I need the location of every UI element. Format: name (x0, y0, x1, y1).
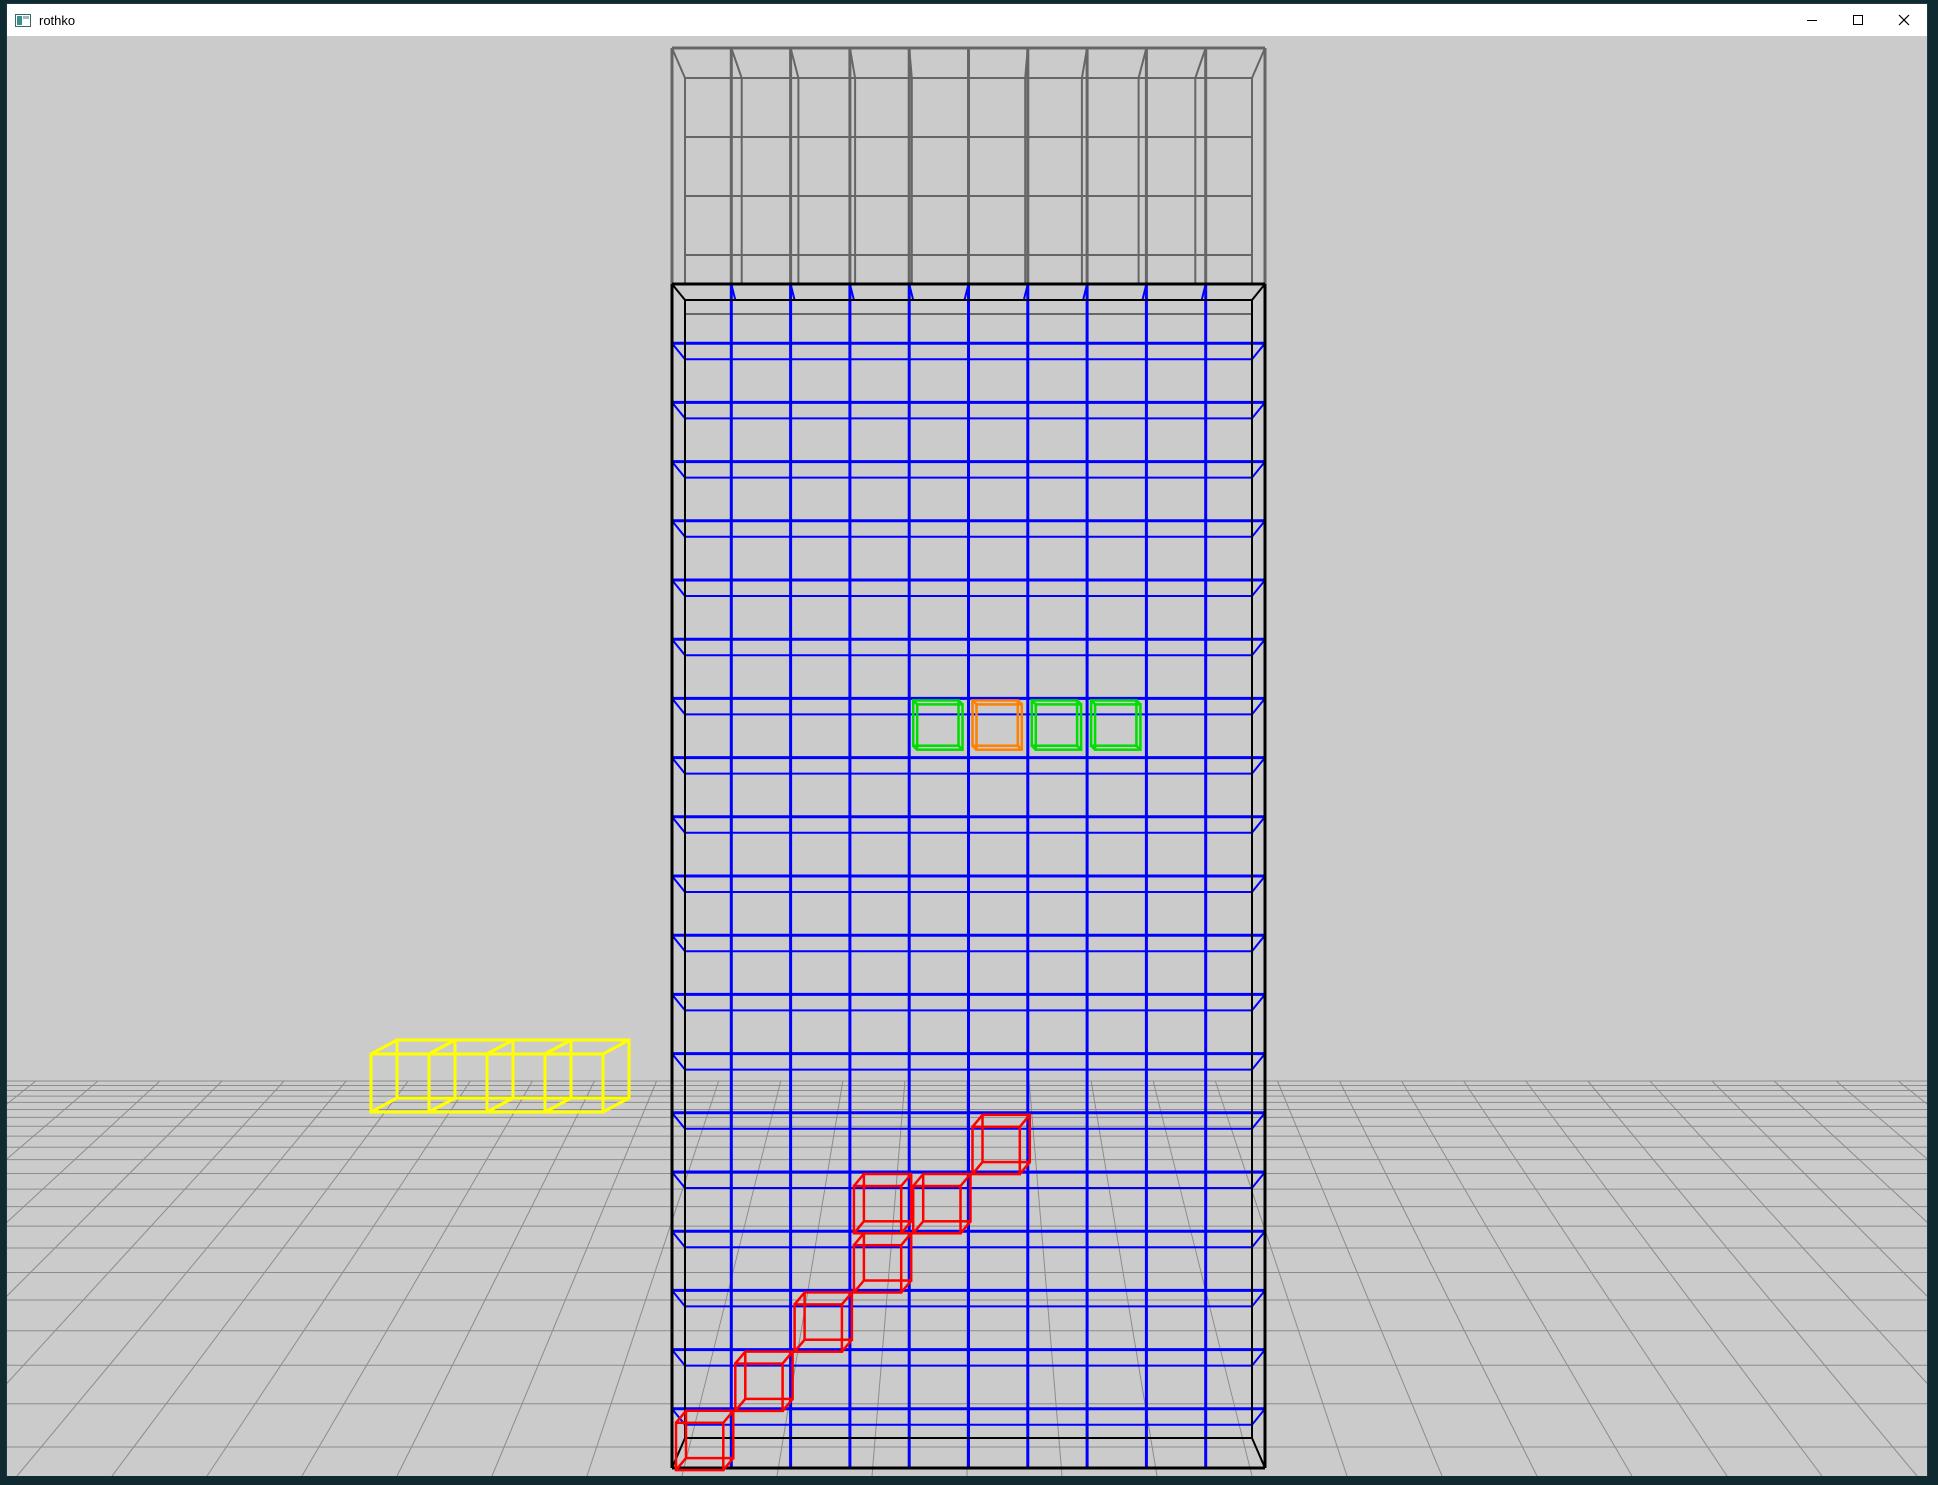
well-depth-line (671, 460, 686, 479)
well-depth-line (1251, 697, 1266, 716)
next-piece-block (485, 1038, 573, 1114)
well-depth-line (1251, 401, 1266, 420)
falling-piece-block (1089, 699, 1142, 751)
well-depth-line (1251, 520, 1266, 538)
well-depth-line (1251, 342, 1266, 360)
placed-block (971, 1113, 1032, 1176)
floor-grid-line (1897, 1080, 1927, 1105)
next-piece-block (427, 1038, 515, 1114)
well-depth-line (1251, 934, 1266, 952)
floor-grid-line (16, 1080, 347, 1476)
falling-piece-block (911, 699, 964, 751)
well-depth-line (1251, 816, 1266, 834)
buffer-depth-line (730, 47, 743, 79)
close-icon (1898, 14, 1910, 26)
well-depth-line (1251, 1171, 1266, 1189)
buffer-depth-line (1194, 47, 1207, 79)
minimize-button[interactable] (1789, 4, 1835, 36)
placed-block (793, 1291, 854, 1353)
well-depth-line (671, 342, 686, 360)
spawn-buffer-wireframe (670, 46, 1267, 315)
floor-grid-line (1835, 1080, 1927, 1160)
placed-block (852, 1172, 913, 1235)
buffer-depth-line (671, 47, 686, 79)
floor-grid-line (1339, 1080, 1538, 1476)
floor-grid-line (301, 1080, 533, 1476)
window-title: rothko (39, 12, 76, 28)
falling-piece-pivot-block (971, 699, 1024, 751)
well-depth-line (1251, 993, 1266, 1012)
floor-grid-line (1649, 1080, 1927, 1385)
minimize-icon (1807, 20, 1817, 21)
well-depth-line (671, 638, 686, 656)
floor-grid-line (776, 1080, 844, 1476)
floor-grid-line (1711, 1080, 1927, 1297)
well-depth-line (1251, 638, 1266, 656)
floor-grid-line (1152, 1080, 1253, 1476)
placed-blocks (674, 1113, 1032, 1472)
falling-piece-block (1030, 699, 1083, 751)
well-depth-line (671, 1348, 686, 1367)
well-depth-line (671, 993, 686, 1012)
well-depth-line (1251, 1289, 1266, 1308)
floor-grid-line (491, 1080, 658, 1476)
floor-grid-line (7, 1080, 285, 1385)
well-depth-line (1251, 460, 1266, 479)
well-depth-line (671, 934, 686, 952)
placed-block (911, 1172, 972, 1235)
desktop-background (0, 0, 7, 1485)
placed-block (852, 1231, 913, 1294)
floor-grid-line (1587, 1080, 1918, 1476)
maximize-button[interactable] (1835, 4, 1881, 36)
floor-grid-line (1773, 1080, 1927, 1223)
well-depth-line (1251, 875, 1266, 893)
floor-grid-line (1028, 1080, 1063, 1476)
floor-grid-line (586, 1080, 720, 1476)
well-depth-line (671, 520, 686, 538)
floor-grid-line (7, 1080, 161, 1223)
floor-grid-line (396, 1080, 595, 1476)
well-depth-line (671, 1171, 686, 1189)
game-viewport[interactable] (7, 36, 1927, 1476)
well-depth-line (1251, 1230, 1266, 1248)
floor-grid-line (7, 1080, 99, 1160)
well-depth-line (671, 401, 686, 420)
well-depth-line (671, 697, 686, 716)
floor-grid-line (111, 1080, 409, 1476)
well-depth-line (671, 875, 686, 893)
close-button[interactable] (1881, 4, 1927, 36)
well-depth-line (671, 1230, 686, 1248)
well-depth-line (671, 1052, 686, 1071)
title-bar[interactable]: rothko (7, 4, 1927, 36)
maximize-icon (1853, 15, 1863, 25)
floor-grid-line (1401, 1080, 1633, 1476)
well-depth-line (671, 756, 686, 775)
floor-grid-line (1214, 1080, 1348, 1476)
floor-grid-line (1276, 1080, 1443, 1476)
well-depth-line (671, 816, 686, 834)
floor-grid-line (7, 1080, 223, 1297)
console-strip (7, 1476, 1927, 1485)
next-piece-preview (369, 1038, 631, 1114)
well-depth-line (671, 579, 686, 597)
well-depth-line (1251, 756, 1266, 775)
well-depth-line (1251, 1408, 1266, 1426)
app-window-icon (15, 13, 31, 27)
well-depth-line (671, 1289, 686, 1308)
well-depth-line (1251, 1052, 1266, 1071)
floor-grid-line (206, 1080, 471, 1476)
floor-grid-line (7, 1080, 37, 1105)
placed-block (734, 1350, 794, 1413)
app-window: rothko (7, 4, 1927, 1476)
floor-grid-line (1463, 1080, 1728, 1476)
well-depth-line (1251, 579, 1266, 597)
buffer-depth-line (1251, 47, 1266, 79)
next-piece-block (369, 1038, 457, 1114)
next-piece-block (543, 1038, 631, 1114)
well-depth-line (1251, 1348, 1266, 1367)
floor-grid-line (1525, 1080, 1823, 1476)
well-wireframe (671, 283, 1266, 1468)
